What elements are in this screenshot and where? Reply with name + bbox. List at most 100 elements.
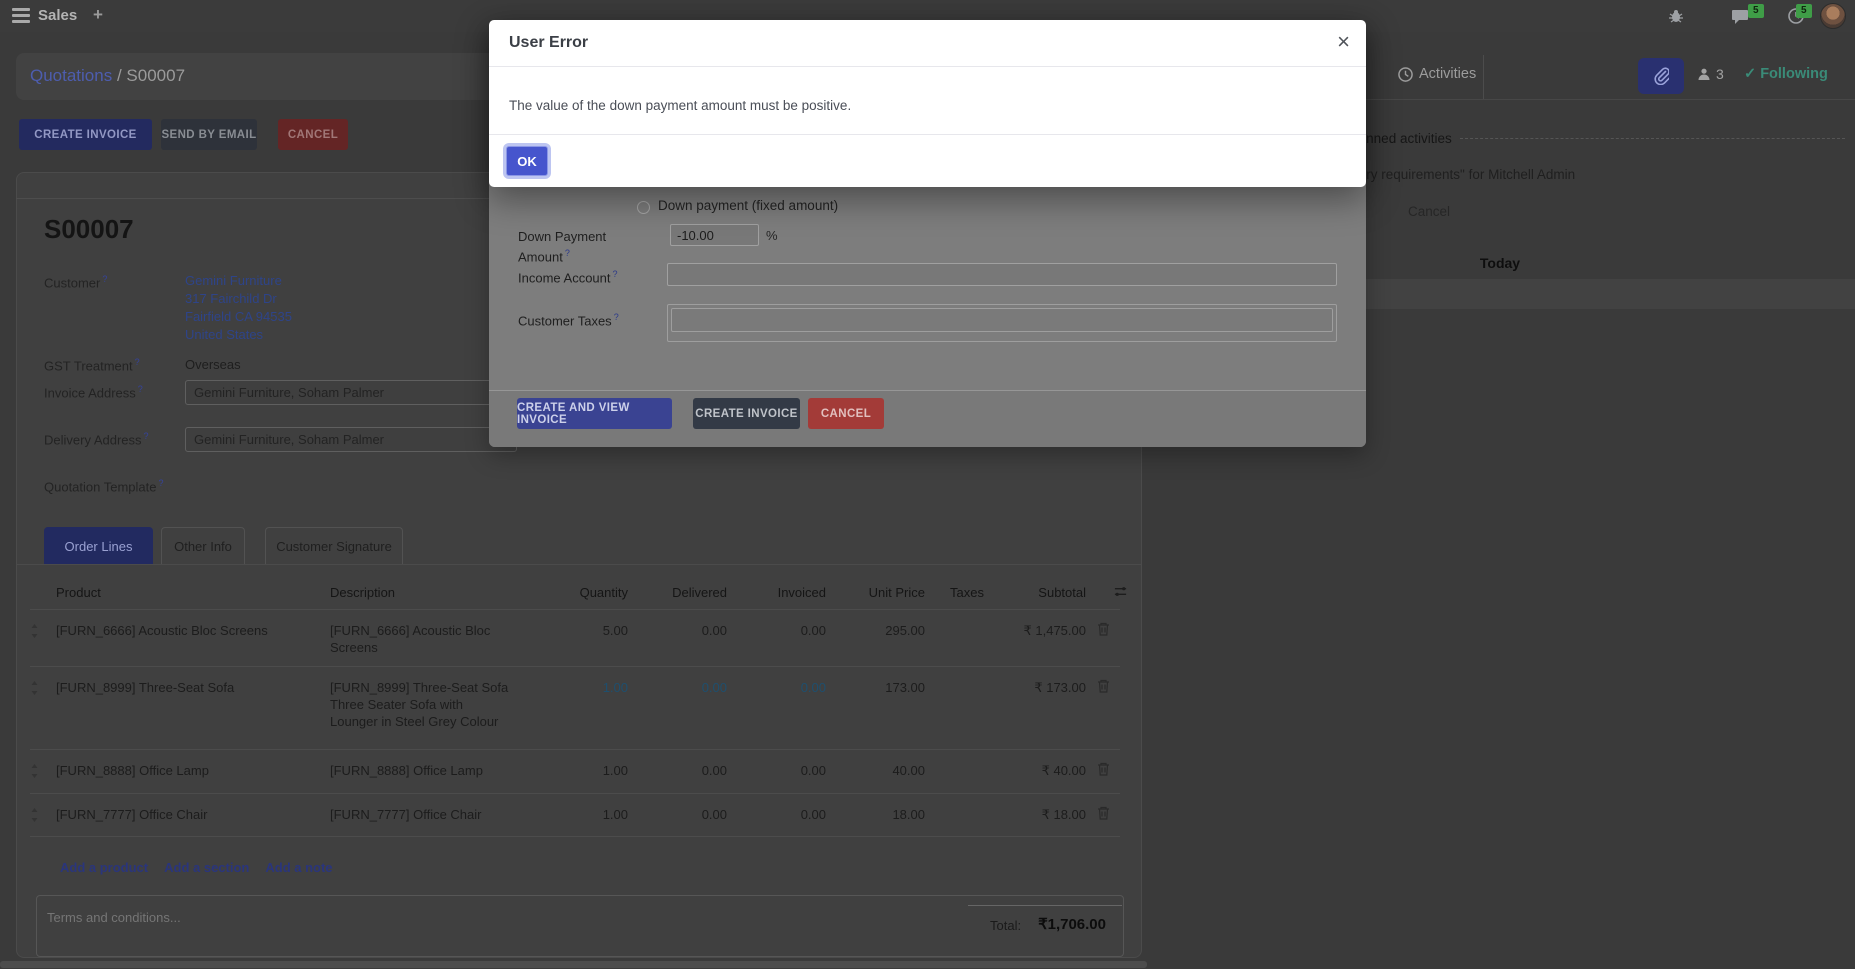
send-by-email-button[interactable]: SEND BY EMAIL bbox=[161, 119, 257, 150]
wizard-footer: CREATE AND VIEW INVOICE CREATE INVOICE C… bbox=[489, 390, 1366, 447]
delivery-address-input[interactable] bbox=[185, 427, 517, 452]
wizard-cancel-button[interactable]: CANCEL bbox=[808, 398, 884, 429]
customer-name-link[interactable]: Gemini Furniture bbox=[185, 272, 292, 290]
cell-delivered[interactable]: 0.00 bbox=[628, 750, 727, 793]
col-taxes[interactable]: Taxes bbox=[925, 585, 1005, 600]
customer-city-link[interactable]: Fairfield CA 94535 bbox=[185, 308, 292, 326]
cell-invoiced[interactable]: 0.00 bbox=[727, 610, 826, 666]
cell-invoiced[interactable]: 0.00 bbox=[727, 750, 826, 793]
cell-delivered[interactable]: 0.00 bbox=[628, 667, 727, 749]
cell-invoiced[interactable]: 0.00 bbox=[727, 667, 826, 749]
cell-unit-price[interactable]: 18.00 bbox=[826, 794, 925, 836]
down-payment-fixed-label[interactable]: Down payment (fixed amount) bbox=[658, 198, 838, 213]
following-button[interactable]: ✓ Following bbox=[1744, 66, 1828, 82]
customer-taxes-input[interactable] bbox=[671, 308, 1333, 332]
help-mark: ? bbox=[135, 357, 140, 367]
cell-product[interactable]: [FURN_6666] Acoustic Bloc Screens bbox=[56, 610, 330, 666]
down-payment-fixed-radio[interactable] bbox=[637, 201, 650, 214]
drag-handle-icon[interactable] bbox=[30, 667, 56, 749]
cancel-order-button[interactable]: CANCEL bbox=[278, 119, 348, 150]
cell-product[interactable]: [FURN_8888] Office Lamp bbox=[56, 750, 330, 793]
debug-bug-icon[interactable] bbox=[1668, 8, 1684, 24]
col-invoiced[interactable]: Invoiced bbox=[727, 585, 826, 600]
cell-taxes[interactable] bbox=[925, 610, 1005, 666]
add-a-section-link[interactable]: Add a section bbox=[164, 860, 249, 875]
cell-quantity[interactable]: 5.00 bbox=[540, 610, 628, 666]
customer-street-link[interactable]: 317 Fairchild Dr bbox=[185, 290, 292, 308]
ok-button[interactable]: OK bbox=[506, 146, 548, 176]
attachments-button[interactable] bbox=[1638, 58, 1684, 94]
down-payment-amount-label: Down Payment Amount? bbox=[518, 228, 658, 265]
cell-description[interactable]: [FURN_8999] Three-Seat SofaThree Seater … bbox=[330, 667, 540, 749]
col-subtotal[interactable]: Subtotal bbox=[1005, 585, 1086, 600]
invoice-address-input[interactable] bbox=[185, 380, 517, 405]
total-value: ₹1,706.00 bbox=[1038, 915, 1106, 933]
customer-taxes-label: Customer Taxes? bbox=[518, 309, 619, 329]
optional-columns-icon[interactable] bbox=[1113, 584, 1128, 599]
horizontal-scrollbar[interactable] bbox=[0, 961, 1147, 968]
wizard-create-invoice-button[interactable]: CREATE INVOICE bbox=[693, 398, 800, 429]
cell-quantity[interactable]: 1.00 bbox=[540, 667, 628, 749]
cell-unit-price[interactable]: 40.00 bbox=[826, 750, 925, 793]
col-description[interactable]: Description bbox=[330, 585, 540, 600]
tab-other-info[interactable]: Other Info bbox=[161, 527, 245, 565]
cell-description[interactable]: [FURN_7777] Office Chair bbox=[330, 794, 540, 836]
drag-handle-icon[interactable] bbox=[30, 750, 56, 793]
cell-taxes[interactable] bbox=[925, 667, 1005, 749]
customer-label: Customer? bbox=[44, 274, 107, 290]
cell-description[interactable]: [FURN_6666] Acoustic BlocScreens bbox=[330, 610, 540, 666]
tab-customer-signature[interactable]: Customer Signature bbox=[265, 527, 403, 565]
order-line-row[interactable]: [FURN_7777] Office Chair [FURN_7777] Off… bbox=[30, 794, 1120, 837]
close-icon[interactable]: × bbox=[1337, 30, 1350, 54]
paperclip-icon bbox=[1653, 67, 1669, 85]
col-unit-price[interactable]: Unit Price bbox=[826, 585, 925, 600]
cell-subtotal: ₹ 40.00 bbox=[1005, 750, 1086, 793]
gst-treatment-value: Overseas bbox=[185, 357, 241, 372]
create-invoice-button[interactable]: CREATE INVOICE bbox=[19, 119, 152, 150]
drag-handle-icon[interactable] bbox=[30, 794, 56, 836]
customer-country-link[interactable]: United States bbox=[185, 326, 292, 344]
tab-order-lines[interactable]: Order Lines bbox=[44, 527, 153, 565]
chatter-activities-button[interactable]: Activities bbox=[1398, 66, 1476, 82]
cell-quantity[interactable]: 1.00 bbox=[540, 794, 628, 836]
delete-line-button[interactable] bbox=[1086, 610, 1120, 666]
create-and-view-invoice-button[interactable]: CREATE AND VIEW INVOICE bbox=[517, 398, 672, 429]
cell-unit-price[interactable]: 295.00 bbox=[826, 610, 925, 666]
delete-line-button[interactable] bbox=[1086, 794, 1120, 836]
drag-handle-icon[interactable] bbox=[30, 610, 56, 666]
cell-unit-price[interactable]: 173.00 bbox=[826, 667, 925, 749]
cell-product[interactable]: [FURN_7777] Office Chair bbox=[56, 794, 330, 836]
col-delivered[interactable]: Delivered bbox=[628, 585, 727, 600]
cell-taxes[interactable] bbox=[925, 750, 1005, 793]
order-line-row[interactable]: [FURN_8888] Office Lamp [FURN_8888] Offi… bbox=[30, 750, 1120, 794]
delete-line-button[interactable] bbox=[1086, 750, 1120, 793]
help-mark: ? bbox=[102, 274, 107, 284]
terms-input[interactable] bbox=[47, 910, 547, 925]
down-payment-amount-input[interactable] bbox=[670, 224, 759, 246]
cell-invoiced[interactable]: 0.00 bbox=[727, 794, 826, 836]
cell-description[interactable]: [FURN_8888] Office Lamp bbox=[330, 750, 540, 793]
income-account-input[interactable] bbox=[667, 263, 1337, 286]
cell-quantity[interactable]: 1.00 bbox=[540, 750, 628, 793]
breadcrumb-quotations[interactable]: Quotations bbox=[30, 66, 112, 85]
customer-taxes-field[interactable] bbox=[667, 304, 1337, 342]
customer-value[interactable]: Gemini Furniture 317 Fairchild Dr Fairfi… bbox=[185, 272, 292, 344]
order-line-row[interactable]: [FURN_6666] Acoustic Bloc Screens [FURN_… bbox=[30, 610, 1120, 667]
col-quantity[interactable]: Quantity bbox=[540, 585, 628, 600]
cell-delivered[interactable]: 0.00 bbox=[628, 610, 727, 666]
cell-product[interactable]: [FURN_8999] Three-Seat Sofa bbox=[56, 667, 330, 749]
activity-cancel-link[interactable]: Cancel bbox=[1408, 204, 1450, 219]
add-a-note-link[interactable]: Add a note bbox=[265, 860, 332, 875]
followers-button[interactable]: 3 bbox=[1697, 66, 1724, 82]
order-line-row[interactable]: [FURN_8999] Three-Seat Sofa [FURN_8999] … bbox=[30, 667, 1120, 750]
add-a-product-link[interactable]: Add a product bbox=[60, 860, 148, 875]
cell-subtotal: ₹ 173.00 bbox=[1005, 667, 1086, 749]
new-tab-button[interactable]: + bbox=[93, 5, 103, 25]
delete-line-button[interactable] bbox=[1086, 667, 1120, 749]
cell-delivered[interactable]: 0.00 bbox=[628, 794, 727, 836]
cell-taxes[interactable] bbox=[925, 794, 1005, 836]
app-name[interactable]: Sales bbox=[38, 7, 77, 24]
col-product[interactable]: Product bbox=[56, 585, 330, 600]
apps-menu-icon[interactable] bbox=[12, 8, 30, 23]
user-avatar[interactable] bbox=[1820, 3, 1846, 29]
